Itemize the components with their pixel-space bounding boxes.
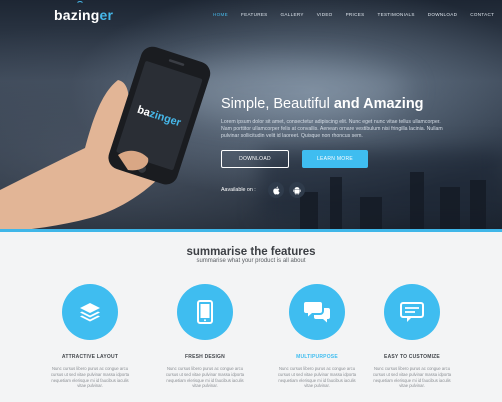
hero-title-bold: and Amazing	[333, 96, 424, 112]
nav-item-home[interactable]: HOME	[213, 12, 228, 17]
feature-icon-circle	[177, 284, 233, 340]
brand-logo[interactable]: bazinger	[54, 1, 114, 23]
feature-title: FRESH DESIGN	[185, 354, 225, 360]
nav-item-gallery[interactable]: GALLERY	[281, 12, 304, 17]
feature-description: Nunc cursus libero purus ac congue arcu …	[372, 366, 452, 389]
hero-description: Lorem ipsum dolor sit amet, consectetur …	[221, 119, 443, 139]
city-building	[330, 177, 342, 232]
logo-text: bazing	[54, 7, 100, 23]
monitor-chat-icon	[400, 302, 424, 322]
city-building	[300, 192, 318, 232]
nav-item-video[interactable]: VIDEO	[317, 12, 333, 17]
apple-store-link[interactable]	[268, 182, 284, 198]
feature-icon-circle	[384, 284, 440, 340]
feature-title: ATTRACTIVE LAYOUT	[61, 354, 119, 360]
layers-icon	[80, 303, 100, 322]
tablet-icon	[197, 300, 213, 324]
logo-accent-text: er	[99, 7, 114, 23]
city-building	[410, 172, 424, 232]
features-title: summarise the features	[186, 246, 316, 258]
hero-section: bazinger bazinger HOME FEATURES GALLERY …	[0, 0, 502, 232]
feature-multipurpose: MULTIPURPOSE Nunc cursus libero purus ac…	[262, 284, 372, 389]
android-store-link[interactable]	[289, 182, 305, 198]
hero-bottom-border	[0, 229, 502, 232]
nav-item-features[interactable]: FEATURES	[241, 12, 268, 17]
nav-item-testimonials[interactable]: TESTIMONIALS	[377, 12, 414, 17]
feature-fresh-design: FRESH DESIGN Nunc cursus libero purus ac…	[150, 284, 260, 389]
feature-icon-circle	[289, 284, 345, 340]
download-button[interactable]: DOWNLOAD	[221, 150, 289, 168]
nav-item-prices[interactable]: PRICES	[346, 12, 365, 17]
nav-item-contact[interactable]: CONTACT	[470, 12, 494, 17]
feature-description: Nunc cursus libero purus ac congue arcu …	[277, 366, 357, 389]
city-building	[440, 187, 460, 232]
feature-title: MULTIPURPOSE	[296, 354, 338, 360]
hero-title: Simple, Beautiful and Amazing	[221, 96, 424, 112]
city-building	[470, 180, 486, 232]
phone-in-hand-illustration: bazinger	[0, 46, 211, 232]
feature-description: Nunc cursus libero purus ac congue arcu …	[50, 366, 130, 389]
chat-icon	[304, 302, 330, 323]
feature-attractive-layout: ATTRACTIVE LAYOUT Nunc cursus libero pur…	[35, 284, 145, 389]
features-subtitle: summarise what your product is all about	[196, 258, 306, 264]
feature-easy-to-customize: EASY TO CUSTOMIZE Nunc cursus libero pur…	[357, 284, 467, 389]
android-icon	[293, 186, 301, 195]
navbar: bazinger HOME FEATURES GALLERY VIDEO PRI…	[0, 0, 502, 30]
nav-item-download[interactable]: DOWNLOAD	[428, 12, 457, 17]
available-on-label: Aavailable on :	[221, 187, 256, 193]
learn-more-button[interactable]: LEARN MORE	[302, 150, 368, 168]
apple-icon	[273, 186, 280, 194]
wifi-icon	[76, 1, 84, 6]
feature-description: Nunc cursus libero purus ac congue arcu …	[165, 366, 245, 389]
feature-title: EASY TO CUSTOMIZE	[384, 354, 440, 360]
city-building	[360, 197, 382, 232]
feature-icon-circle	[62, 284, 118, 340]
nav-menu: HOME FEATURES GALLERY VIDEO PRICES TESTI…	[213, 12, 502, 17]
hero-title-light: Simple, Beautiful	[221, 96, 334, 112]
